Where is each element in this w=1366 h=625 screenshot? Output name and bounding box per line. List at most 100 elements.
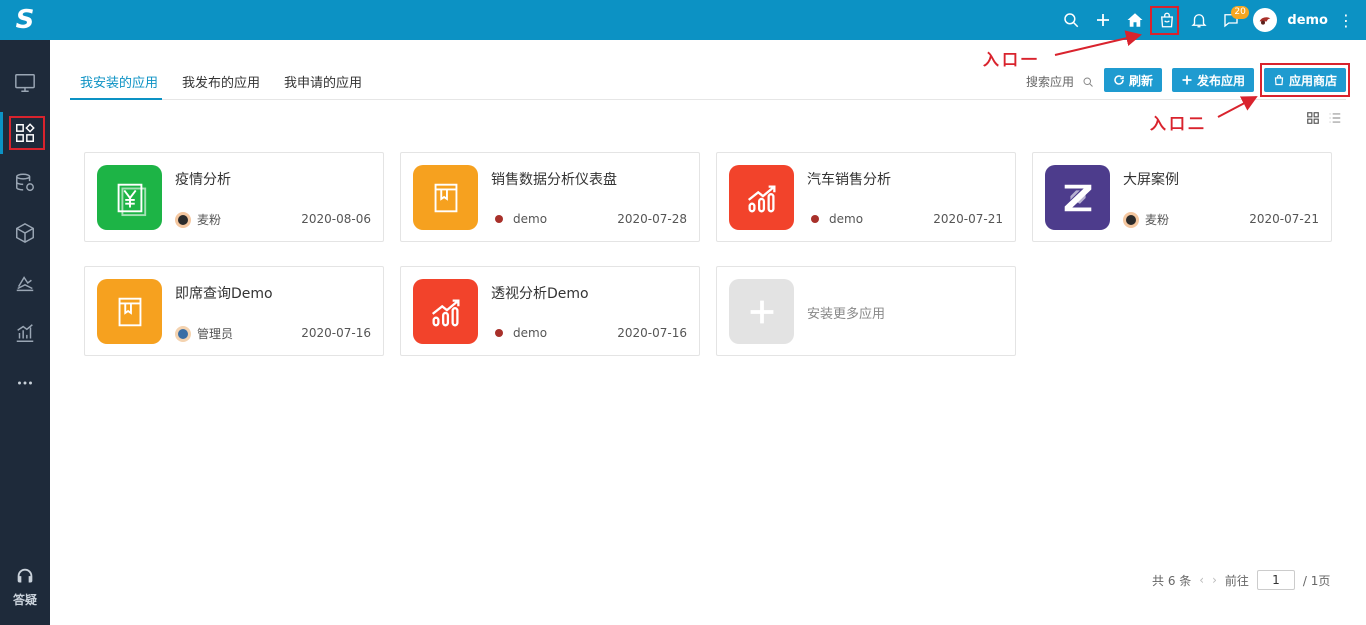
arrow-entry-two — [1217, 96, 1258, 118]
app-owner: demo — [491, 211, 547, 227]
add-app-tile — [729, 279, 794, 344]
owner-name: demo — [829, 212, 864, 226]
app-card-icon — [729, 165, 794, 230]
tab-applied[interactable]: 我申请的应用 — [284, 72, 362, 91]
user-avatar[interactable] — [1253, 8, 1278, 32]
sidebar-item-model[interactable] — [0, 212, 50, 254]
more-menu-icon[interactable]: ⋮ — [1336, 11, 1356, 30]
app-card[interactable]: 汽车销售分析 demo 2020-07-21 — [716, 152, 1016, 242]
view-toggles — [1306, 111, 1342, 125]
highlight-box-apps — [9, 116, 45, 150]
logo-text: S — [15, 5, 35, 35]
growth-chart-icon — [431, 298, 459, 326]
app-owner: demo — [491, 325, 547, 341]
owner-avatar — [175, 325, 191, 342]
app-card[interactable]: 透视分析Demo demo 2020-07-16 — [400, 266, 700, 356]
total-count: 共 6 条 — [1152, 573, 1192, 588]
annotation-entry-one: 入口一 — [983, 50, 1041, 69]
next-page-icon[interactable]: › — [1212, 573, 1217, 587]
app-date: 2020-07-21 — [933, 212, 1003, 226]
owner-avatar — [1123, 211, 1139, 228]
home-button[interactable] — [1119, 0, 1151, 40]
sidebar-item-layers[interactable] — [0, 262, 50, 304]
search-icon — [1083, 77, 1093, 87]
owner-name: 管理员 — [197, 327, 234, 341]
app-card-icon — [97, 279, 162, 344]
app-card-icon — [1045, 165, 1110, 230]
owner-name: demo — [513, 212, 548, 226]
app-title: 疫情分析 — [175, 172, 231, 188]
app-title: 汽车销售分析 — [807, 172, 891, 188]
monitor-icon — [15, 74, 35, 92]
messages-button[interactable]: 20 — [1215, 0, 1249, 40]
annotation-entry-two: 入口二 — [1150, 114, 1208, 133]
publish-label: 发布应用 — [1196, 73, 1245, 88]
more-icon — [18, 381, 32, 385]
cube-icon — [16, 222, 34, 244]
layers-chart-icon — [16, 276, 34, 292]
help-label: 答疑 — [12, 593, 37, 607]
message-count-badge: 20 — [1231, 6, 1249, 19]
refresh-label: 刷新 — [1128, 73, 1153, 88]
owner-avatar — [175, 211, 191, 228]
app-logo[interactable]: S — [0, 0, 50, 40]
goto-label: 前往 — [1224, 573, 1249, 588]
list-view-icon[interactable] — [1328, 111, 1342, 125]
notifications-button[interactable] — [1183, 0, 1215, 40]
sidebar-item-monitor[interactable] — [0, 62, 50, 104]
search-apps-label: 搜索应用 — [1026, 75, 1075, 89]
plus-icon — [1097, 14, 1110, 26]
publish-app-button[interactable]: 发布应用 — [1172, 68, 1254, 92]
owner-name: 麦粉 — [197, 213, 222, 227]
yuan-doc-icon — [117, 183, 146, 216]
search-button[interactable] — [1055, 0, 1087, 40]
app-date: 2020-07-16 — [301, 326, 371, 340]
app-card[interactable]: 销售数据分析仪表盘 demo 2020-07-28 — [400, 152, 700, 242]
app-owner: demo — [807, 211, 863, 227]
app-date: 2020-07-21 — [1249, 212, 1319, 226]
app-card[interactable]: 大屏案例 麦粉 2020-07-21 — [1032, 152, 1332, 242]
install-more-card[interactable]: 安装更多应用 — [716, 266, 1016, 356]
bar-chart-icon — [16, 324, 34, 342]
refresh-button[interactable]: 刷新 — [1104, 68, 1162, 92]
user-name[interactable]: demo — [1287, 13, 1328, 28]
app-title: 销售数据分析仪表盘 — [491, 172, 617, 188]
book-icon — [118, 297, 141, 326]
app-card-icon — [97, 165, 162, 230]
app-title: 即席查询Demo — [175, 286, 273, 302]
app-card[interactable]: 即席查询Demo 管理员 2020-07-16 — [84, 266, 384, 356]
user-avatar-icon — [1260, 17, 1271, 25]
owner-avatar — [495, 329, 503, 337]
add-button[interactable] — [1087, 0, 1119, 40]
app-card-icon — [413, 165, 478, 230]
app-title: 大屏案例 — [1123, 172, 1179, 188]
app-card-icon — [413, 279, 478, 344]
growth-chart-icon — [747, 184, 775, 212]
pagination: 共 6 条 ‹ › 前往 1 / 1页 — [1152, 570, 1330, 590]
app-owner: 管理员 — [175, 325, 233, 342]
app-date: 2020-08-06 — [301, 212, 371, 226]
sidebar-item-more[interactable] — [0, 362, 50, 404]
z-logo-icon — [1064, 184, 1091, 211]
page-number-input[interactable]: 1 — [1256, 570, 1295, 590]
tab-published[interactable]: 我发布的应用 — [182, 72, 260, 91]
app-owner: 麦粉 — [175, 211, 221, 228]
sidebar-item-analysis[interactable] — [0, 312, 50, 354]
highlight-box-store-icon — [1150, 6, 1179, 35]
help-button[interactable]: 答疑 — [0, 566, 50, 616]
owner-name: demo — [513, 326, 548, 340]
install-more-label: 安装更多应用 — [807, 307, 886, 322]
prev-page-icon[interactable]: ‹ — [1199, 573, 1204, 587]
search-icon — [1064, 13, 1079, 28]
bell-icon — [1191, 14, 1208, 28]
grid-view-icon[interactable] — [1306, 111, 1320, 125]
owner-avatar — [495, 215, 503, 223]
search-apps-input[interactable]: 搜索应用 — [1026, 73, 1094, 90]
book-icon — [434, 183, 457, 212]
app-card[interactable]: 疫情分析 麦粉 2020-08-06 — [84, 152, 384, 242]
sidebar-item-data[interactable] — [0, 162, 50, 204]
tab-installed[interactable]: 我安装的应用 — [80, 72, 158, 91]
headset-icon — [17, 568, 33, 583]
database-gear-icon — [16, 173, 34, 192]
app-date: 2020-07-28 — [617, 212, 687, 226]
